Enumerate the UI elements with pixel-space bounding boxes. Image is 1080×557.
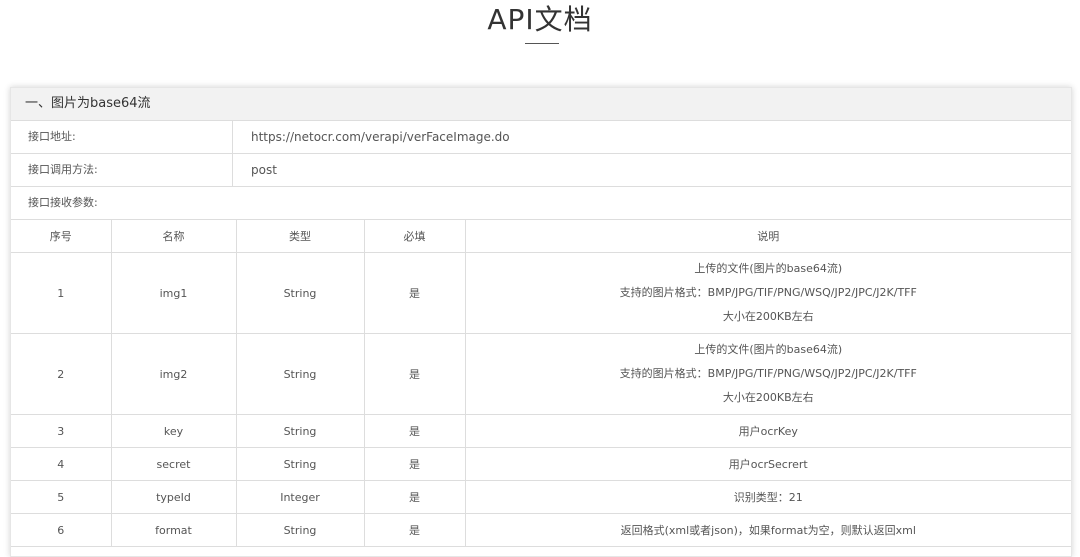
cell-description: 上传的文件(图片的base64流) 支持的图片格式：BMP/JPG/TIF/PN… bbox=[465, 333, 1071, 415]
cell-index: 5 bbox=[11, 480, 112, 514]
method-value: post bbox=[251, 163, 277, 177]
description-line: 支持的图片格式：BMP/JPG/TIF/PNG/WSQ/JP2/JPC/J2K/… bbox=[619, 367, 917, 380]
header-index: 序号 bbox=[11, 220, 112, 253]
cell-index: 1 bbox=[11, 252, 112, 334]
cell-type: String bbox=[236, 252, 365, 334]
params-label: 接口接收参数: bbox=[28, 196, 98, 209]
page-title: API文档 bbox=[487, 3, 593, 36]
method-row: 接口调用方法: post bbox=[11, 154, 1071, 187]
description-line: 支持的图片格式：BMP/JPG/TIF/PNG/WSQ/JP2/JPC/J2K/… bbox=[619, 286, 917, 299]
endpoint-label: 接口地址: bbox=[11, 121, 233, 153]
cell-name: img1 bbox=[111, 252, 237, 334]
table-row: 3 key String 是 用户ocrKey bbox=[11, 414, 1071, 448]
cell-name: typeId bbox=[111, 480, 237, 514]
description-line: 上传的文件(图片的base64流) bbox=[694, 262, 843, 275]
cell-type: String bbox=[236, 447, 365, 481]
cell-index: 6 bbox=[11, 513, 112, 547]
endpoint-url: https://netocr.com/verapi/verFaceImage.d… bbox=[251, 130, 510, 144]
cell-description: 用户ocrKey bbox=[465, 414, 1071, 448]
endpoint-row: 接口地址: https://netocr.com/verapi/verFaceI… bbox=[11, 121, 1071, 154]
params-table: 序号 名称 类型 必填 说明 1 img1 String 是 上传的文件(图片的… bbox=[11, 220, 1071, 547]
cell-description: 识别类型：21 bbox=[465, 480, 1071, 514]
cell-type: Integer bbox=[236, 480, 365, 514]
cell-name: format bbox=[111, 513, 237, 547]
cell-name: img2 bbox=[111, 333, 237, 415]
cell-required: 是 bbox=[364, 252, 466, 334]
table-row: 6 format String 是 返回格式(xml或者json)，如果form… bbox=[11, 513, 1071, 547]
header-type: 类型 bbox=[236, 220, 365, 253]
header-name: 名称 bbox=[111, 220, 237, 253]
cell-required: 是 bbox=[364, 447, 466, 481]
method-label: 接口调用方法: bbox=[11, 154, 233, 186]
description-line: 大小在200KB左右 bbox=[722, 310, 814, 323]
params-label-row: 接口接收参数: bbox=[11, 187, 1071, 220]
table-header-row: 序号 名称 类型 必填 说明 bbox=[11, 220, 1071, 253]
cell-type: String bbox=[236, 333, 365, 415]
cell-description: 用户ocrSecrert bbox=[465, 447, 1071, 481]
header-description: 说明 bbox=[465, 220, 1071, 253]
cell-required: 是 bbox=[364, 333, 466, 415]
description-line: 上传的文件(图片的base64流) bbox=[694, 343, 843, 356]
cell-name: key bbox=[111, 414, 237, 448]
cell-index: 3 bbox=[11, 414, 112, 448]
table-row: 1 img1 String 是 上传的文件(图片的base64流) 支持的图片格… bbox=[11, 252, 1071, 334]
cell-index: 4 bbox=[11, 447, 112, 481]
cell-description: 上传的文件(图片的base64流) 支持的图片格式：BMP/JPG/TIF/PN… bbox=[465, 252, 1071, 334]
cell-required: 是 bbox=[364, 513, 466, 547]
api-doc-panel: 一、图片为base64流 接口地址: https://netocr.com/ve… bbox=[10, 87, 1072, 557]
cell-index: 2 bbox=[11, 333, 112, 415]
table-row: 2 img2 String 是 上传的文件(图片的base64流) 支持的图片格… bbox=[11, 333, 1071, 415]
cell-type: String bbox=[236, 414, 365, 448]
table-row: 5 typeId Integer 是 识别类型：21 bbox=[11, 480, 1071, 514]
cell-name: secret bbox=[111, 447, 237, 481]
section-header: 一、图片为base64流 bbox=[11, 88, 1071, 121]
header-required: 必填 bbox=[364, 220, 466, 253]
cell-type: String bbox=[236, 513, 365, 547]
cell-required: 是 bbox=[364, 414, 466, 448]
table-row: 4 secret String 是 用户ocrSecrert bbox=[11, 447, 1071, 481]
title-underline bbox=[525, 43, 559, 44]
description-line: 大小在200KB左右 bbox=[722, 391, 814, 404]
cell-description: 返回格式(xml或者json)，如果format为空，则默认返回xml bbox=[465, 513, 1071, 547]
cell-required: 是 bbox=[364, 480, 466, 514]
